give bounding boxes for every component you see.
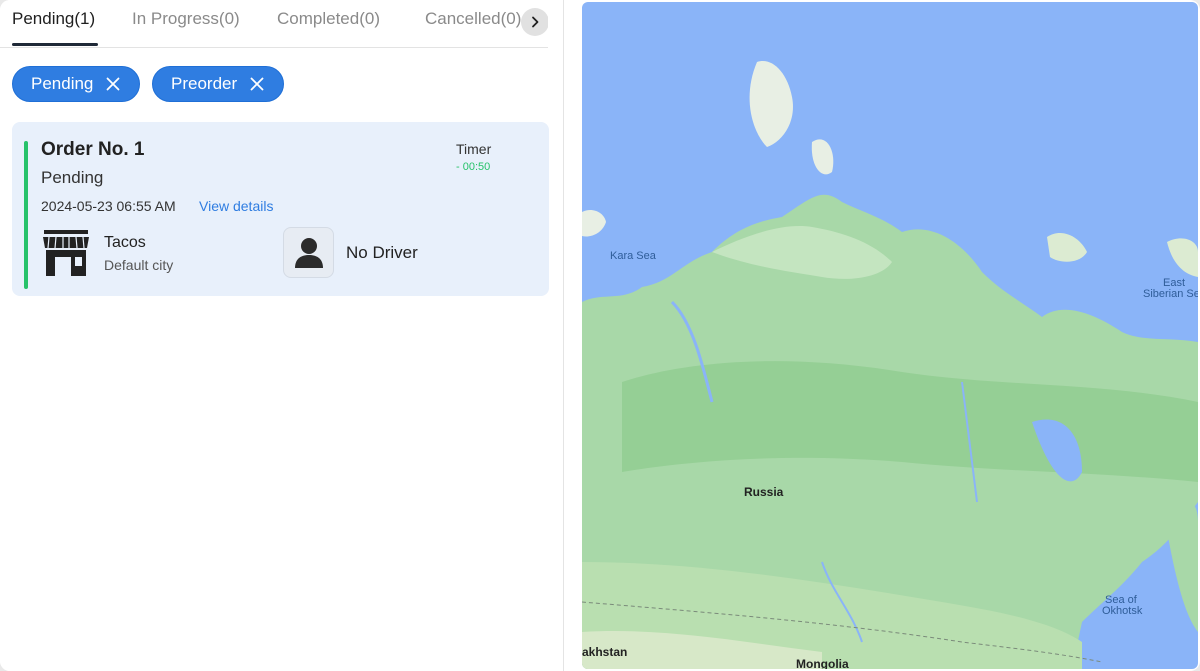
- active-tab-indicator: [12, 43, 98, 46]
- tab-pending[interactable]: Pending(1): [12, 9, 95, 29]
- filter-chip-label: Pending: [31, 74, 94, 93]
- tab-cancelled[interactable]: Cancelled(0): [425, 9, 521, 29]
- store-city: Default city: [104, 257, 174, 273]
- map-label-kara-sea: Kara Sea: [610, 250, 656, 262]
- order-status: Pending: [41, 168, 104, 187]
- driver-status: No Driver: [346, 243, 418, 262]
- map-label-kazakhstan: akhstan: [582, 645, 628, 659]
- close-icon[interactable]: [105, 76, 121, 92]
- chevron-right-icon: [532, 16, 539, 28]
- order-status-tabs: Pending(1) In Progress(0) Completed(0) C…: [0, 0, 548, 48]
- order-datetime: 2024-05-23 06:55 AM: [41, 198, 176, 214]
- map-label-sea-of-okhotsk-line2: Okhotsk: [1102, 605, 1143, 617]
- app-window: Pending(1) In Progress(0) Completed(0) C…: [0, 0, 1200, 671]
- close-icon[interactable]: [249, 76, 265, 92]
- map-label-russia: Russia: [744, 485, 784, 499]
- tabs-scroll-next-button[interactable]: [521, 8, 548, 36]
- order-status-bar: [24, 141, 28, 289]
- tab-in-progress[interactable]: In Progress(0): [132, 9, 240, 29]
- map-terrain: [582, 61, 1198, 669]
- store-icon: [43, 230, 89, 276]
- filter-chip-label: Preorder: [171, 74, 238, 93]
- user-icon: [294, 237, 323, 268]
- map-view[interactable]: Kara Sea East Siberian Se Russia Sea of …: [582, 2, 1198, 669]
- tab-completed[interactable]: Completed(0): [277, 9, 380, 29]
- driver-avatar: [283, 227, 334, 278]
- orders-panel: Pending(1) In Progress(0) Completed(0) C…: [0, 0, 564, 671]
- view-details-link[interactable]: View details: [199, 198, 273, 214]
- filter-chip-pending[interactable]: Pending: [12, 66, 141, 102]
- store-name: Tacos: [104, 234, 146, 251]
- filter-chip-preorder[interactable]: Preorder: [152, 66, 285, 102]
- order-title: Order No. 1: [41, 139, 145, 160]
- map-label-mongolia: Mongolia: [796, 657, 849, 669]
- timer-value: - 00:50: [456, 161, 491, 173]
- timer-label: Timer: [456, 141, 492, 157]
- order-card[interactable]: Order No. 1 Pending 2024-05-23 06:55 AM …: [12, 122, 549, 296]
- map-label-east-siberian-sea-line2: Siberian Se: [1143, 288, 1198, 300]
